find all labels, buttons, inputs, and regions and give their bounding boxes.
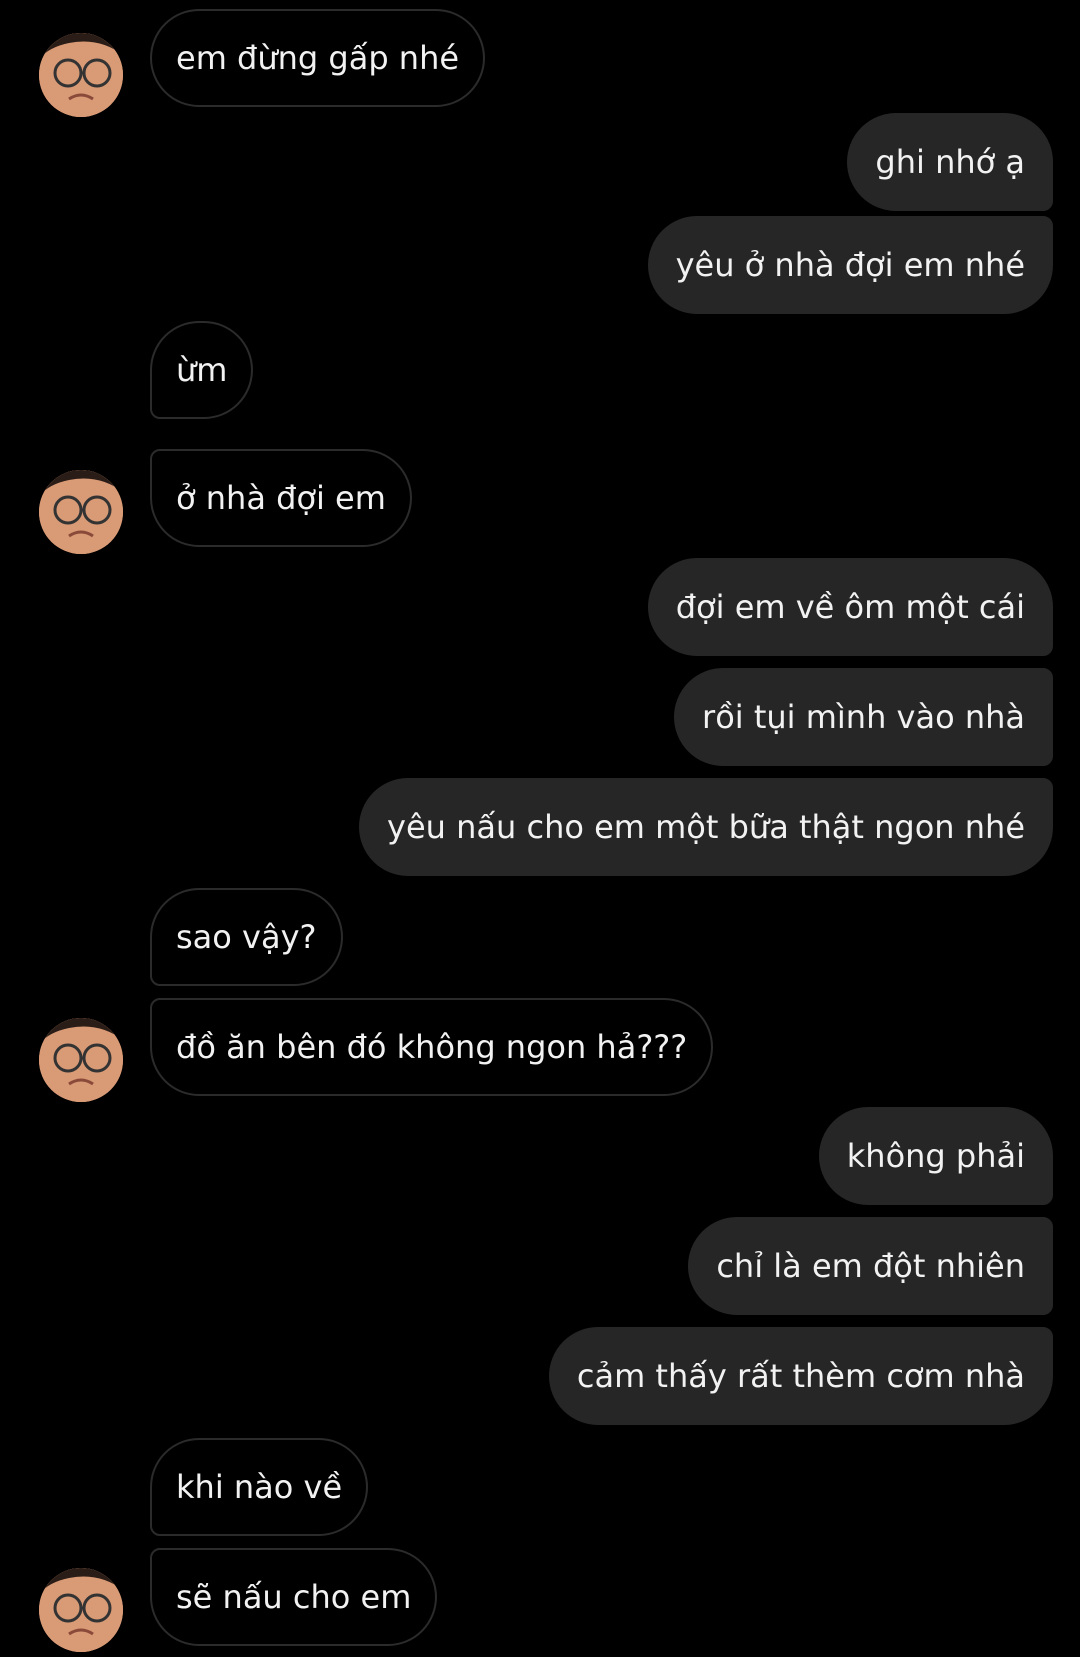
avatar-face-icon: [39, 33, 123, 117]
outgoing-message[interactable]: cảm thấy rất thèm cơm nhà: [548, 1327, 1053, 1425]
outgoing-message[interactable]: rồi tụi mình vào nhà: [674, 668, 1053, 766]
outgoing-message[interactable]: yêu nấu cho em một bữa thật ngon nhé: [359, 778, 1053, 876]
outgoing-message[interactable]: yêu ở nhà đợi em nhé: [647, 216, 1053, 314]
incoming-message[interactable]: em đừng gấp nhé: [150, 9, 486, 107]
outgoing-message[interactable]: chỉ là em đột nhiên: [688, 1217, 1053, 1315]
contact-avatar[interactable]: [39, 33, 123, 117]
incoming-message[interactable]: ở nhà đợi em: [150, 449, 412, 547]
contact-avatar[interactable]: [39, 470, 123, 554]
avatar-face-icon: [39, 1018, 123, 1102]
contact-avatar[interactable]: [39, 1568, 123, 1652]
outgoing-message[interactable]: ghi nhớ ạ: [847, 113, 1053, 211]
incoming-message[interactable]: đồ ăn bên đó không ngon hả???: [150, 998, 714, 1096]
incoming-message[interactable]: sao vậy?: [150, 888, 343, 986]
message-thread: em đừng gấp nhé ghi nhớ ạ yêu ở nhà đợi …: [0, 0, 1080, 1657]
contact-avatar[interactable]: [39, 1018, 123, 1102]
incoming-message[interactable]: sẽ nấu cho em: [150, 1548, 438, 1646]
avatar-face-icon: [39, 1568, 123, 1652]
avatar-face-icon: [39, 470, 123, 554]
outgoing-message[interactable]: không phải: [818, 1107, 1053, 1205]
incoming-message[interactable]: ừm: [150, 321, 254, 419]
outgoing-message[interactable]: đợi em về ôm một cái: [647, 558, 1053, 656]
incoming-message[interactable]: khi nào về: [150, 1438, 369, 1536]
